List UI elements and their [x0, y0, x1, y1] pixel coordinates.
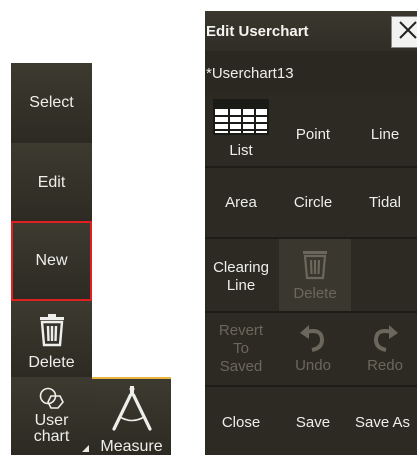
tidal-label: Tidal: [369, 194, 401, 211]
revert-label-1: Revert: [218, 322, 264, 339]
point-label: Point: [295, 126, 331, 143]
redo-button[interactable]: Redo: [349, 309, 417, 389]
circle-button[interactable]: Circle: [277, 163, 349, 243]
measure-label: Measure: [100, 438, 163, 455]
undo-icon: [298, 324, 328, 357]
save-as-button[interactable]: Save As: [349, 383, 417, 455]
compass-divider-icon: [109, 385, 155, 436]
new-label: New: [35, 252, 68, 269]
edit-userchart-panel: Edit Userchart *Userchart13 List Point L…: [205, 11, 417, 455]
clearing-label-2: Line: [226, 277, 256, 294]
redo-label: Redo: [367, 356, 403, 374]
userchart-label-2: chart: [33, 428, 70, 445]
new-button[interactable]: New: [11, 221, 92, 301]
area-label: Area: [225, 194, 257, 211]
revert-label-3: Saved: [219, 358, 263, 375]
delete-label: Delete: [28, 353, 75, 371]
clearing-label-1: Clearing: [213, 259, 269, 276]
edit-label: Edit: [37, 174, 66, 191]
save-label: Save: [295, 414, 331, 431]
area-button[interactable]: Area: [205, 163, 277, 243]
table-icon: [211, 97, 271, 142]
tidal-button[interactable]: Tidal: [349, 163, 417, 243]
save-as-label: Save As: [355, 414, 411, 431]
revert-label-2: To: [233, 340, 249, 357]
close-icon: [398, 20, 417, 45]
line-label: Line: [370, 126, 400, 143]
panel-title-text: Edit Userchart: [206, 22, 309, 40]
save-button[interactable]: Save: [277, 383, 349, 455]
delete-item-button[interactable]: Delete: [279, 239, 351, 311]
delete-item-label: Delete: [293, 284, 337, 302]
panel-title: Edit Userchart: [205, 11, 417, 51]
undo-button[interactable]: Undo: [277, 309, 349, 389]
submenu-indicator-icon: [82, 445, 89, 452]
userchart-label-1: User: [34, 412, 69, 429]
trash-icon: [300, 248, 330, 285]
close-label: Close: [221, 414, 261, 431]
circle-label: Circle: [293, 194, 333, 211]
select-label: Select: [29, 94, 74, 111]
delete-button[interactable]: Delete: [11, 301, 92, 377]
edit-button[interactable]: Edit: [11, 143, 92, 223]
chart-name-text: *Userchart13: [206, 64, 294, 82]
close-panel-button[interactable]: [391, 16, 417, 48]
list-label: List: [229, 142, 253, 159]
trash-icon: [37, 313, 67, 354]
undo-label: Undo: [295, 356, 331, 374]
redo-icon: [370, 324, 400, 357]
revert-to-saved-button[interactable]: Revert To Saved: [205, 309, 277, 389]
close-button[interactable]: Close: [205, 383, 277, 455]
userchart-icon: [39, 387, 65, 413]
chart-name: *Userchart13: [205, 51, 417, 95]
clearing-line-button[interactable]: Clearing Line: [205, 237, 277, 317]
userchart-button[interactable]: User chart: [11, 377, 92, 455]
measure-button[interactable]: Measure: [92, 377, 171, 455]
select-button[interactable]: Select: [11, 63, 92, 143]
